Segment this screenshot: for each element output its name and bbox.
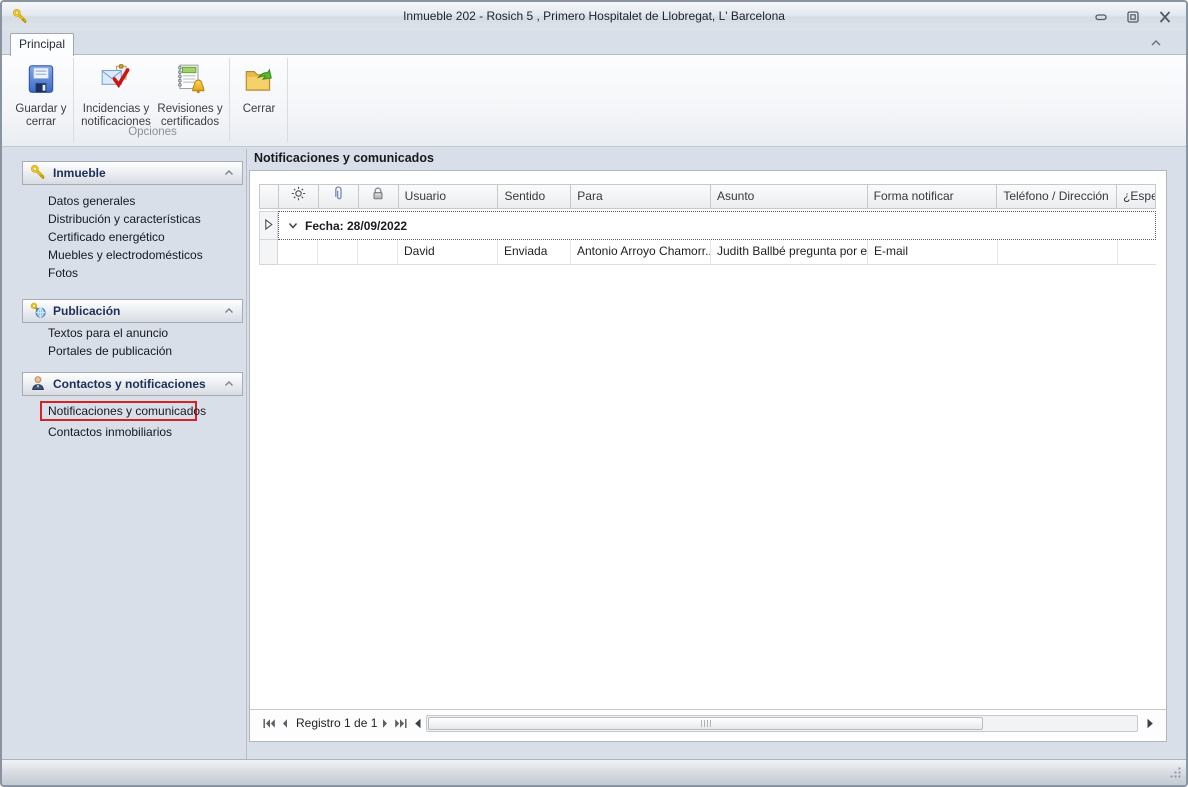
sidebar-section-contactos[interactable]: Contactos y notificaciones <box>22 372 243 396</box>
folder-arrow-icon <box>242 62 276 99</box>
grid-header-forma-notificar[interactable]: Forma notificar <box>868 185 998 208</box>
sidebar-section-publicacion[interactable]: Publicación <box>22 299 243 323</box>
lock-icon <box>371 186 385 208</box>
scroll-right-button[interactable] <box>1146 718 1154 729</box>
chevron-up-icon[interactable] <box>223 168 235 178</box>
row-indicator-cell <box>259 240 278 265</box>
notifications-panel: Usuario Sentido Para Asunto Forma notifi… <box>249 170 1167 742</box>
minimize-button[interactable] <box>1092 9 1110 24</box>
grid-header-espera[interactable]: ¿Espera <box>1117 185 1155 208</box>
grid-header-usuario[interactable]: Usuario <box>399 185 499 208</box>
table-row[interactable]: David Enviada Antonio Arroyo Chamorr... … <box>278 240 1156 265</box>
grid-header-para[interactable]: Para <box>571 185 711 208</box>
attachment-icon <box>332 186 345 208</box>
key-globe-icon <box>30 302 46 321</box>
chevron-up-icon[interactable] <box>223 306 235 316</box>
grid-header-asunto[interactable]: Asunto <box>711 185 868 208</box>
cell-telefono-direccion <box>998 240 1118 264</box>
envelope-check-icon <box>99 62 133 99</box>
close-form-button[interactable]: Cerrar <box>233 59 285 138</box>
chevron-down-icon[interactable] <box>288 219 298 233</box>
cell-sentido: Enviada <box>498 240 571 264</box>
ribbon-group-label: Opciones <box>79 126 226 138</box>
grid-header-row: Usuario Sentido Para Asunto Forma notifi… <box>259 184 1156 209</box>
resize-grip-icon[interactable] <box>1169 766 1182 782</box>
cell-attachment <box>318 240 358 264</box>
cell-para: Antonio Arroyo Chamorr... <box>571 240 711 264</box>
status-bar <box>2 759 1186 785</box>
cell-forma-notificar: E-mail <box>868 240 998 264</box>
page-title: Notificaciones y comunicados <box>254 151 434 165</box>
highlight-box: Notificaciones y comunicados <box>40 401 197 421</box>
grid-header-telefono-direccion[interactable]: Teléfono / Dirección <box>997 185 1117 208</box>
section-title: Contactos y notificaciones <box>53 377 206 391</box>
cell-asunto: Judith Ballbé pregunta por el... <box>711 240 868 264</box>
cell-lock <box>358 240 398 264</box>
notebook-bell-icon <box>173 62 207 99</box>
flash-icon <box>291 186 306 208</box>
sidebar-item-distribucion[interactable]: Distribución y características <box>48 210 240 228</box>
grid-header-attachment[interactable] <box>319 185 359 208</box>
grid-header-indicator <box>260 185 279 208</box>
save-close-label: Guardar y cerrar <box>10 103 72 129</box>
horizontal-scrollbar-track[interactable] <box>426 715 1138 732</box>
next-record-button[interactable] <box>381 718 390 729</box>
sidebar-item-contactos-inmobiliarios[interactable]: Contactos inmobiliarios <box>48 423 240 441</box>
first-record-button[interactable] <box>262 718 276 729</box>
close-form-label: Cerrar <box>243 103 276 116</box>
title-bar: Inmueble 202 - Rosich 5 , Primero Hospit… <box>2 2 1186 30</box>
sidebar-item-muebles[interactable]: Muebles y electrodomésticos <box>48 246 240 264</box>
chevron-up-icon[interactable] <box>223 379 235 389</box>
row-indicator-cell <box>259 211 278 240</box>
sidebar-item-datos-generales[interactable]: Datos generales <box>48 192 240 210</box>
last-record-button[interactable] <box>394 718 408 729</box>
group-row-label: Fecha: 28/09/2022 <box>305 219 407 233</box>
record-navigator: Registro 1 de 1 <box>250 709 1166 738</box>
app-window: Inmueble 202 - Rosich 5 , Primero Hospit… <box>0 0 1188 787</box>
section-title: Publicación <box>53 304 120 318</box>
row-indicator-arrow-icon <box>264 219 273 233</box>
sidebar-item-notificaciones[interactable]: Notificaciones y comunicados <box>48 402 206 420</box>
cell-usuario: David <box>398 240 498 264</box>
sidebar-item-textos-anuncio[interactable]: Textos para el anuncio <box>48 324 240 342</box>
key-icon <box>30 164 46 183</box>
ribbon: Guardar y cerrar Incidencias y notificac… <box>2 54 1186 147</box>
grid-header-sentido[interactable]: Sentido <box>498 185 571 208</box>
save-icon <box>24 62 58 99</box>
cell-flash <box>278 240 318 264</box>
sidebar-item-portales[interactable]: Portales de publicación <box>48 342 240 360</box>
scroll-left-button[interactable] <box>414 718 422 729</box>
sidebar-item-certificado[interactable]: Certificado energético <box>48 228 240 246</box>
close-button[interactable] <box>1156 9 1174 24</box>
sidebar-item-fotos[interactable]: Fotos <box>48 264 240 282</box>
section-title: Inmueble <box>53 166 106 180</box>
restore-button[interactable] <box>1124 9 1142 24</box>
sidebar-section-inmueble[interactable]: Inmueble <box>22 161 243 185</box>
grid-header-lock[interactable] <box>359 185 399 208</box>
grid-header-flash[interactable] <box>279 185 319 208</box>
window-title: Inmueble 202 - Rosich 5 , Primero Hospit… <box>2 2 1186 30</box>
sidebar-divider <box>246 149 247 759</box>
horizontal-scrollbar-thumb[interactable] <box>428 717 983 730</box>
previous-record-button[interactable] <box>280 718 289 729</box>
cell-espera <box>1118 240 1156 264</box>
group-row-fecha[interactable]: Fecha: 28/09/2022 <box>278 211 1156 240</box>
collapse-ribbon-button[interactable] <box>1148 36 1164 50</box>
tab-principal[interactable]: Principal <box>10 33 74 56</box>
save-close-button[interactable]: Guardar y cerrar <box>10 59 72 138</box>
contact-icon <box>30 375 46 394</box>
record-count-label: Registro 1 de 1 <box>296 710 377 737</box>
